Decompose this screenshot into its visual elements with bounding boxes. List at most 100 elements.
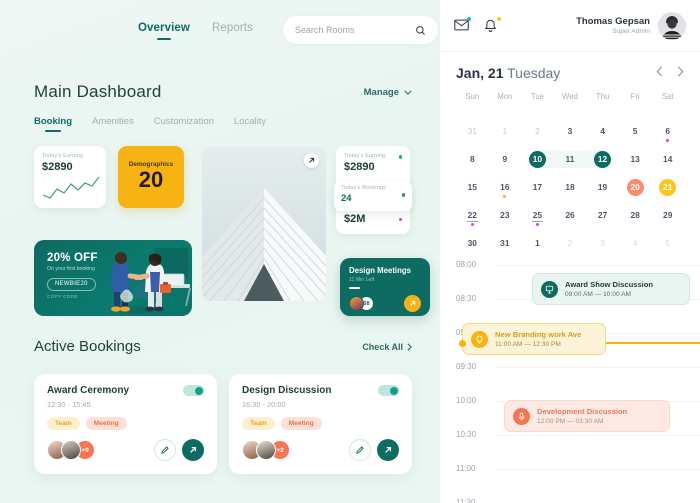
line-chart-icon (42, 176, 100, 199)
calendar-day-3[interactable]: 3 (554, 117, 587, 145)
calendar-day-28[interactable]: 28 (619, 201, 652, 229)
arrow-up-right-icon (409, 300, 416, 307)
status-dot-teal (401, 193, 405, 197)
booking-edit-button[interactable] (349, 439, 371, 461)
check-all-link[interactable]: Check All (362, 342, 412, 352)
schedule-slot-label: 11:00 (456, 464, 476, 473)
calendar-day-31[interactable]: 31 (489, 229, 522, 257)
notifications-button[interactable] (484, 16, 501, 34)
calendar-day-15[interactable]: 15 (456, 173, 489, 201)
schedule-slot-line (494, 367, 700, 368)
calendar-day-3[interactable]: 3 (586, 229, 619, 257)
calendar-day-2[interactable]: 2 (554, 229, 587, 257)
microphone-icon-badge (513, 407, 530, 425)
booking-card-award-ceremony[interactable]: Award Ceremony 12:30 - 15:45 Team Meetin… (34, 374, 217, 474)
search-input[interactable] (294, 25, 415, 35)
calendar-day-26[interactable]: 26 (554, 201, 587, 229)
calendar-day-number: 27 (597, 210, 608, 220)
tab-customization[interactable]: Customization (154, 116, 214, 132)
promo-banner[interactable]: 20% OFF On your first booking NEWBIE20 C… (34, 240, 192, 316)
nav-link-reports[interactable]: Reports (212, 22, 253, 38)
design-meetings-go-button[interactable] (404, 295, 421, 312)
tab-locality[interactable]: Locality (234, 116, 266, 132)
calendar-dow: Thu (595, 92, 610, 101)
calendar-day-9[interactable]: 9 (489, 145, 522, 173)
calendar-day-31[interactable]: 31 (456, 117, 489, 145)
booking-toggle[interactable] (183, 385, 204, 396)
event-time: 12:00 PM — 03:30 AM (537, 418, 604, 425)
calendar-day-8[interactable]: 8 (456, 145, 489, 173)
calendar-day-number: 4 (600, 126, 605, 136)
booking-edit-button[interactable] (154, 439, 176, 461)
calendar-next-button[interactable] (677, 64, 684, 82)
booking-toggle[interactable] (378, 385, 399, 396)
calendar-day-19[interactable]: 19 (586, 173, 619, 201)
tab-amenities[interactable]: Amenities (92, 116, 134, 132)
event-award-show-discussion[interactable]: Award Show Discussion 09:00 AM — 10:00 A… (532, 273, 690, 305)
promo-code-button[interactable]: NEWBIE20 (47, 277, 96, 291)
nav-link-overview[interactable]: Overview (138, 22, 190, 38)
calendar-day-12[interactable]: 12 (586, 145, 619, 173)
tag-meeting[interactable]: Meeting (280, 417, 322, 430)
active-bookings-title: Active Bookings (34, 338, 141, 355)
photo-expand-button[interactable] (304, 153, 319, 168)
user-profile[interactable]: Thomas Gepsan Super Admin (576, 11, 686, 40)
event-new-branding-work-ave[interactable]: New Branding work Ave 11:00 AM — 12:30 P… (462, 323, 606, 355)
schedule-slot-label: 11:30 (456, 498, 476, 503)
search-box[interactable] (282, 16, 438, 44)
calendar-day-number: 13 (630, 154, 640, 164)
booking-open-button[interactable] (182, 439, 204, 461)
calendar-prev-button[interactable] (656, 64, 663, 82)
calendar-day-11[interactable]: 11 (553, 145, 587, 173)
calendar-day-25[interactable]: 25 (521, 201, 554, 229)
todays-earning-card[interactable]: Today's Earning $2890 (34, 146, 106, 208)
tab-booking[interactable]: Booking (34, 116, 72, 132)
calendar-day-number: 20 (626, 178, 644, 196)
calendar-day-13[interactable]: 13 (619, 145, 652, 173)
calendar-day-6[interactable]: 6 (651, 117, 684, 145)
calendar-day-number: 5 (632, 126, 638, 136)
demographics-card[interactable]: Demographics 20 (118, 146, 184, 208)
promo-copy-label[interactable]: COPY CODE (47, 294, 192, 299)
calendar-day-number: 26 (565, 210, 575, 220)
calendar-day-27[interactable]: 27 (586, 201, 619, 229)
search-icon[interactable] (415, 25, 426, 36)
manage-dropdown[interactable]: Manage (364, 87, 412, 98)
calendar-day-22[interactable]: 22 (456, 201, 489, 229)
calendar-day-21[interactable]: 21 (651, 173, 684, 201)
calendar-day-1[interactable]: 1 (521, 229, 554, 257)
tag-team[interactable]: Team (47, 417, 80, 430)
chevron-right-icon (677, 66, 684, 77)
schedule-slot[interactable]: 09:30 (456, 362, 700, 401)
calendar-day-30[interactable]: 30 (456, 229, 489, 257)
mail-button[interactable] (454, 16, 471, 34)
calendar-day-29[interactable]: 29 (651, 201, 684, 229)
design-meetings-subtitle: 11 Min Left (349, 277, 375, 283)
calendar-day-18[interactable]: 18 (554, 173, 587, 201)
event-title: Award Show Discussion (565, 280, 654, 289)
design-meetings-card[interactable]: Design Meetings 11 Min Left 08 (340, 258, 430, 316)
calendar-day-2[interactable]: 2 (521, 117, 554, 145)
tag-meeting[interactable]: Meeting (85, 417, 127, 430)
building-photo-card[interactable] (202, 146, 326, 301)
calendar-grid: Sun Mon Tue Wed Thu Fri Sat (456, 92, 684, 107)
calendar-day-5[interactable]: 5 (651, 229, 684, 257)
calendar-day-16[interactable]: 16 (489, 173, 522, 201)
booking-card-design-discussion[interactable]: Design Discussion 16:30 - 20:00 Team Mee… (229, 374, 412, 474)
event-development-discussion[interactable]: Development Discussion 12:00 PM — 03:30 … (504, 400, 670, 432)
schedule-slot[interactable]: 10:30 (456, 430, 700, 469)
schedule-slot[interactable]: 11:00 (456, 464, 700, 503)
stat-card-front[interactable]: Today's Bookings 24 (334, 181, 412, 211)
user-avatar[interactable] (658, 11, 686, 40)
calendar-day-5[interactable]: 5 (619, 117, 652, 145)
calendar-day-14[interactable]: 14 (651, 145, 684, 173)
calendar-day-1[interactable]: 1 (489, 117, 522, 145)
calendar-day-4[interactable]: 4 (619, 229, 652, 257)
calendar-day-10[interactable]: 10 (521, 145, 554, 173)
calendar-day-17[interactable]: 17 (521, 173, 554, 201)
booking-open-button[interactable] (377, 439, 399, 461)
calendar-day-20[interactable]: 20 (619, 173, 652, 201)
calendar-day-23[interactable]: 23 (489, 201, 522, 229)
calendar-day-4[interactable]: 4 (586, 117, 619, 145)
tag-team[interactable]: Team (242, 417, 275, 430)
